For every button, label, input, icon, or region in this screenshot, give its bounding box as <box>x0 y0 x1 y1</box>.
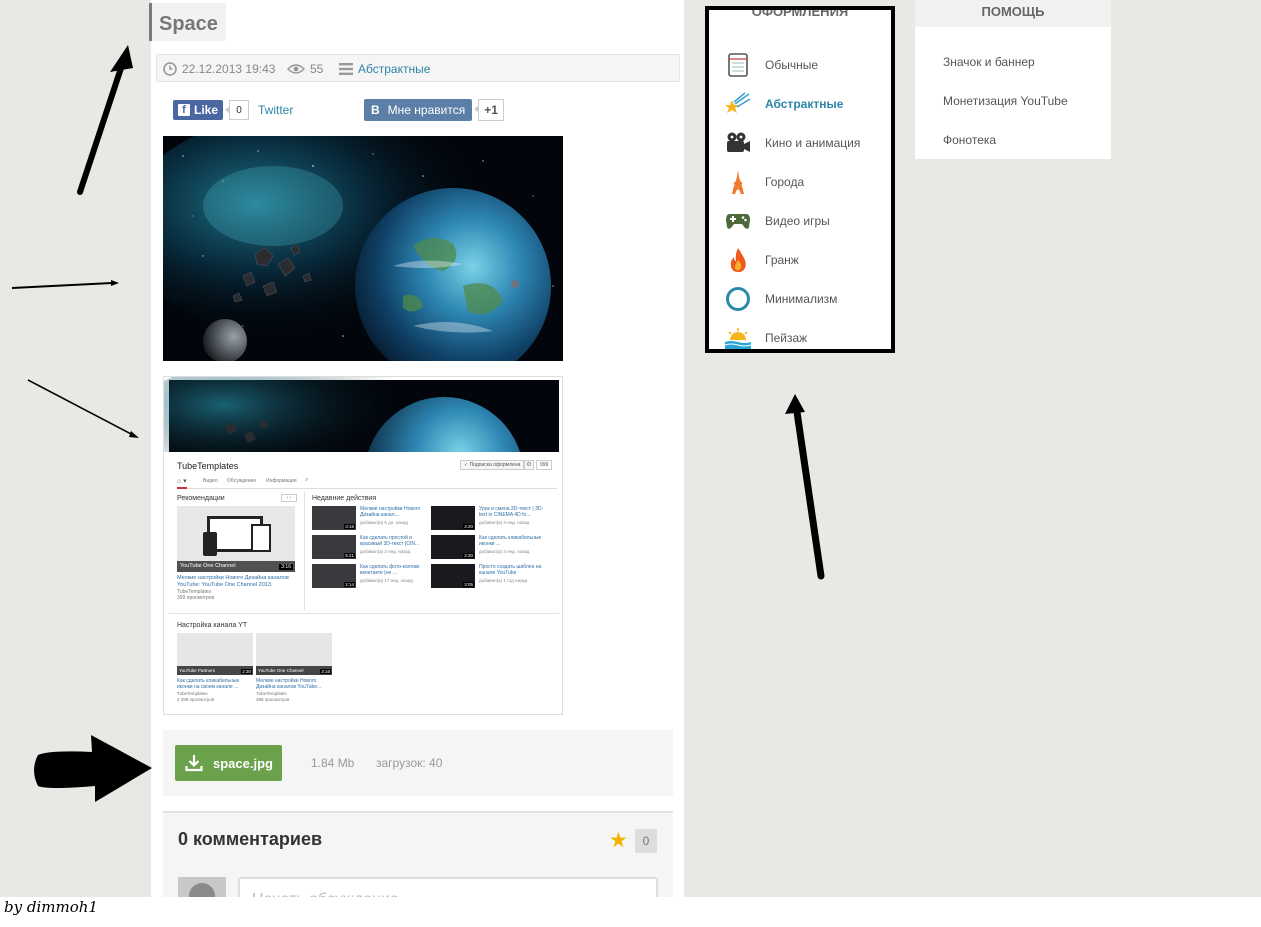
arrow-up-right <box>785 394 825 580</box>
arrow-diagonal-thin <box>27 379 139 438</box>
arrow-right-bold <box>34 735 152 802</box>
footer-strip <box>0 897 1261 927</box>
annotation-arrows <box>11 45 825 802</box>
arrow-up-left <box>77 45 133 195</box>
author-credit: by dimmoh1 <box>4 898 98 916</box>
page-background: Space 22.12.2013 19:43 55 Абстрактные f … <box>0 0 1261 897</box>
arrow-right-thin <box>11 280 119 289</box>
